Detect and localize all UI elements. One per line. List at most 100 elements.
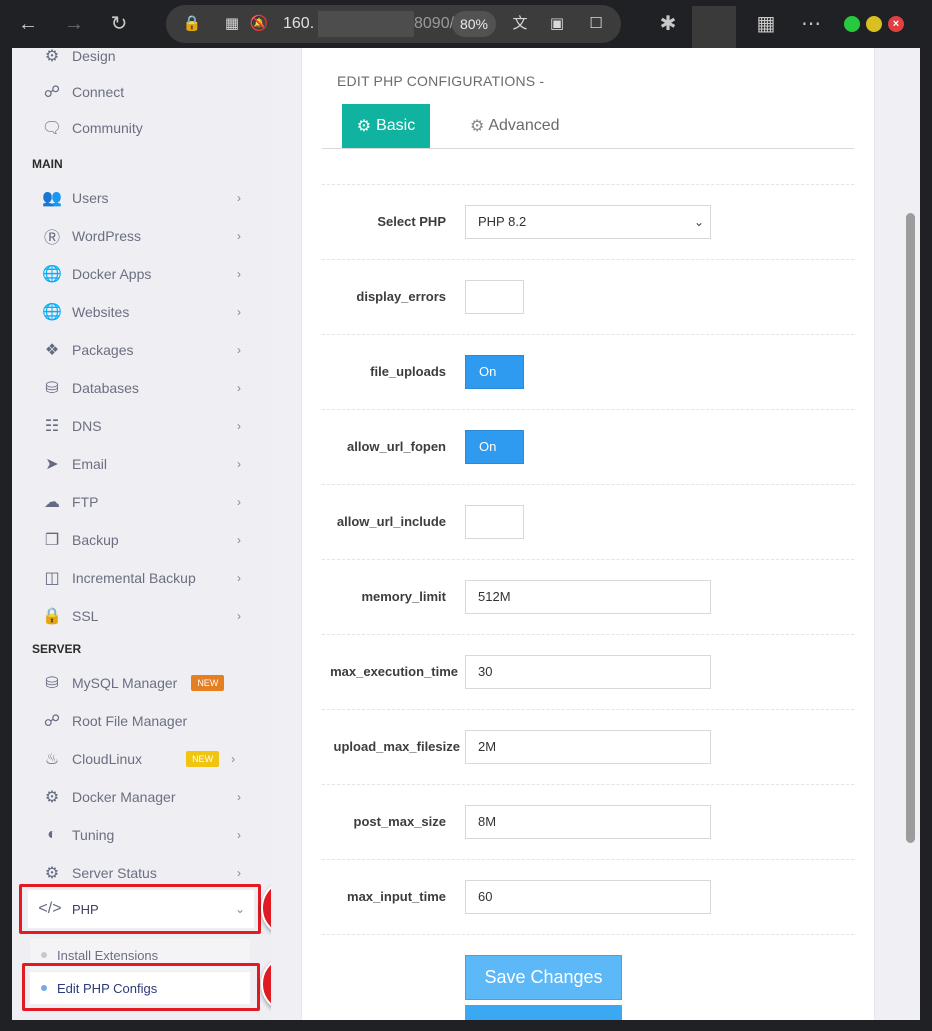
field-label-file-uploads: file_uploads <box>370 364 446 379</box>
page-title: EDIT PHP CONFIGURATIONS - <box>337 73 545 89</box>
sidebar-item-websites[interactable]: 🌐 Websites › <box>32 294 247 330</box>
display-errors-toggle[interactable] <box>465 280 524 314</box>
row-divider <box>322 409 854 410</box>
memory-limit-input[interactable]: 512M <box>465 580 711 614</box>
bookmark-icon[interactable]: ☐ <box>586 14 606 34</box>
gear-icon: ⚙ <box>356 118 372 135</box>
field-label-display-errors: display_errors <box>356 289 446 304</box>
tab-advanced[interactable]: ⚙ Advanced <box>470 104 560 148</box>
chevron-right-icon: › <box>237 381 241 395</box>
globe-icon: 🌐 <box>42 304 62 321</box>
field-label-upload-max-filesize: upload_max_filesize <box>333 739 460 754</box>
max-input-time-input[interactable]: 60 <box>465 880 711 914</box>
chevron-right-icon: › <box>237 866 241 880</box>
sidebar-item-connect[interactable]: ☍ Connect <box>32 74 247 110</box>
notifications-off-icon[interactable]: 🔕 <box>249 14 269 34</box>
users-icon: 👥 <box>42 190 62 207</box>
sitemap-icon: ☷ <box>44 418 60 435</box>
row-divider <box>322 259 854 260</box>
sidebar-item-packages[interactable]: ❖ Packages › <box>32 332 247 368</box>
sidebar-item-community[interactable]: 🗨 Community <box>32 110 247 146</box>
chevron-right-icon: › <box>237 229 241 243</box>
gutter <box>271 48 301 1020</box>
gears-icon: ⚙ <box>470 118 485 135</box>
maximize-button[interactable] <box>866 16 882 32</box>
sidebar-item-docker-apps[interactable]: 🌐 Docker Apps › <box>32 256 247 292</box>
sidebar-item-ssl[interactable]: 🔒 SSL › <box>32 598 247 634</box>
minimize-button[interactable] <box>844 16 860 32</box>
link-icon: ☍ <box>43 84 61 101</box>
gear-icon: ⚙ <box>44 865 60 882</box>
field-label-max-execution-time: max_execution_time <box>330 664 458 679</box>
field-label-memory-limit: memory_limit <box>361 589 446 604</box>
more-menu-icon[interactable]: ⋯ <box>797 10 825 38</box>
profile-avatar[interactable] <box>692 6 736 50</box>
extensions-icon[interactable]: ✱ <box>654 10 682 38</box>
chevron-right-icon: › <box>237 571 241 585</box>
close-button[interactable]: × <box>888 16 904 32</box>
lock-icon[interactable]: 🔒 <box>182 14 202 34</box>
copy-icon: ❐ <box>44 532 60 549</box>
chevron-right-icon: › <box>237 191 241 205</box>
apps-icon[interactable]: ▣ <box>547 14 567 34</box>
allow-url-include-toggle[interactable] <box>465 505 524 539</box>
wordpress-icon: Ⓡ <box>43 230 60 247</box>
adjust-icon: ◐ <box>47 826 57 843</box>
tab-basic[interactable]: ⚙ Basic <box>342 104 430 148</box>
file-uploads-toggle[interactable]: On <box>465 355 524 389</box>
new-badge: NEW <box>191 675 225 691</box>
bullet-icon <box>41 952 47 958</box>
back-icon[interactable]: ← <box>14 10 42 38</box>
site-info-icon[interactable]: ▦ <box>222 14 242 34</box>
sidebar-item-incremental-backup[interactable]: ◫ Incremental Backup › <box>32 560 247 596</box>
new-badge: NEW <box>186 751 220 767</box>
globe-icon: 🌐 <box>42 266 62 283</box>
chevron-right-icon: › <box>237 609 241 623</box>
paper-plane-icon: ➤ <box>45 456 59 473</box>
fire-icon: ♨ <box>44 751 60 768</box>
sidebar-item-databases[interactable]: ⛁ Databases › <box>32 370 247 406</box>
field-label-post-max-size: post_max_size <box>353 814 447 829</box>
sidebar-item-wordpress[interactable]: Ⓡ WordPress › <box>32 218 247 254</box>
scrollbar-thumb[interactable] <box>906 213 915 843</box>
sidebar-item-cloudlinux[interactable]: ♨ CloudLinux NEW › <box>32 741 247 777</box>
sidebar-item-dns[interactable]: ☷ DNS › <box>32 408 247 444</box>
chevron-right-icon: › <box>237 267 241 281</box>
row-divider <box>322 859 854 860</box>
link-icon: ☍ <box>43 713 61 730</box>
gears-icon: ⚙ <box>44 789 60 806</box>
post-max-size-input[interactable]: 8M <box>465 805 711 839</box>
translate-icon[interactable]: 文 <box>510 14 530 34</box>
field-label-allow-url-include: allow_url_include <box>336 514 446 529</box>
sidebar-item-docker-manager[interactable]: ⚙ Docker Manager › <box>32 779 247 815</box>
chat-icon: 🗨 <box>41 120 63 137</box>
upload-max-filesize-input[interactable]: 2M <box>465 730 711 764</box>
sidebar-item-tuning[interactable]: ◐ Tuning › <box>32 817 247 853</box>
sidebar-item-design[interactable]: ⚙ Design <box>32 48 247 74</box>
sidebar-item-backup[interactable]: ❐ Backup › <box>32 522 247 558</box>
sidebar-item-mysql-manager[interactable]: ⛁ MySQL Manager NEW <box>32 665 247 701</box>
highlight-box-php <box>19 884 261 934</box>
sidebar-item-users[interactable]: 👥 Users › <box>32 180 247 216</box>
row-divider <box>322 334 854 335</box>
secondary-button[interactable] <box>465 1005 622 1020</box>
content-card <box>301 48 875 1020</box>
field-label-max-input-time: max_input_time <box>347 889 446 904</box>
save-changes-button[interactable]: Save Changes <box>465 955 622 1000</box>
collections-icon[interactable]: ▦ <box>752 10 780 38</box>
sidebar-item-ftp[interactable]: ☁ FTP › <box>32 484 247 520</box>
select-php-dropdown[interactable]: PHP 8.2 ⌄ <box>465 205 711 239</box>
chevron-right-icon: › <box>237 305 241 319</box>
allow-url-fopen-toggle[interactable]: On <box>465 430 524 464</box>
sidebar-item-email[interactable]: ➤ Email › <box>32 446 247 482</box>
row-divider <box>322 634 854 635</box>
zoom-indicator[interactable]: 80% <box>452 11 496 37</box>
forward-icon[interactable]: → <box>60 10 88 38</box>
chevron-right-icon: › <box>237 343 241 357</box>
max-execution-time-input[interactable]: 30 <box>465 655 711 689</box>
chevron-right-icon: › <box>237 828 241 842</box>
sidebar-item-root-file-manager[interactable]: ☍ Root File Manager <box>32 703 247 739</box>
browser-toolbar: ← → ↻ 🔒 ▦ 🔕 160. 8090/ 80% 文 ▣ ☐ ✱ ▦ ⋯ × <box>0 0 932 50</box>
reload-icon[interactable]: ↻ <box>105 10 133 38</box>
address-bar[interactable]: 🔒 ▦ 🔕 160. 8090/ 80% 文 ▣ ☐ <box>166 5 621 43</box>
